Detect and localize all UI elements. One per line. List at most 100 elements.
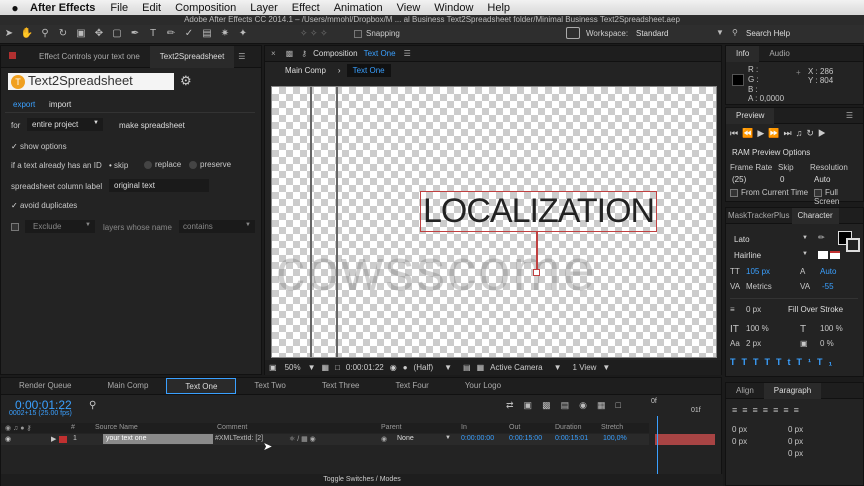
font-size-input[interactable]: 105 px [746, 267, 770, 276]
justify-left-icon[interactable]: ≡ [763, 405, 773, 415]
hand-tool-icon[interactable]: ✋ [20, 27, 34, 41]
leading-input[interactable]: Auto [820, 267, 836, 276]
transparency-grid-icon[interactable]: ▦ [474, 363, 488, 372]
apple-menu-icon[interactable]: ● [0, 1, 30, 15]
layer-name[interactable]: your text one [103, 434, 213, 444]
kerning-select[interactable]: Metrics [746, 282, 772, 291]
tab-render-queue[interactable]: Render Queue [1, 378, 89, 394]
resolution-select[interactable]: Auto [814, 175, 830, 184]
expand-layer-icon[interactable]: ▶ [51, 435, 56, 443]
draft-3d-icon[interactable]: ▣ [524, 400, 543, 410]
align-right-icon[interactable]: ≡ [753, 405, 763, 415]
menu-help[interactable]: Help [480, 2, 517, 14]
layer-out[interactable]: 0:00:15:00 [509, 435, 542, 442]
panel-menu-icon[interactable]: ☰ [836, 108, 863, 124]
layer-switches-icon[interactable]: ⚛ / ▦ ◉ [289, 435, 316, 443]
horizontal-scale-input[interactable]: 100 % [820, 324, 843, 333]
comp-nav-main-comp[interactable]: Main Comp [279, 64, 332, 77]
panel-close-icon[interactable] [9, 49, 21, 65]
always-preview-icon[interactable]: ▣ [265, 363, 281, 372]
tab-your-logo[interactable]: Your Logo [447, 378, 519, 394]
contains-select[interactable]: contains ▼ [179, 220, 255, 233]
mute-icon[interactable]: ♫ [796, 128, 807, 138]
shy-icon[interactable]: ▩ [542, 400, 561, 410]
preserve-radio[interactable]: preserve [189, 160, 231, 169]
justify-center-icon[interactable]: ≡ [773, 405, 783, 415]
gear-icon[interactable]: ⚙ [180, 73, 192, 89]
zoom-tool-icon[interactable]: ⚲ [38, 27, 52, 41]
parent-select[interactable]: None [397, 435, 414, 442]
menu-composition[interactable]: Composition [168, 2, 243, 14]
stroke-color-swatch[interactable] [846, 238, 860, 252]
brainstorm-icon[interactable]: □ [615, 400, 630, 410]
menu-animation[interactable]: Animation [327, 2, 390, 14]
frame-rate-select[interactable]: (25) [732, 175, 746, 184]
menu-effect[interactable]: Effect [285, 2, 327, 14]
layer-stretch[interactable]: 100,0% [603, 435, 627, 442]
tab-masktrackerplus[interactable]: MaskTrackerPlus [726, 208, 792, 224]
parent-pickwhip-icon[interactable]: ◉ [381, 435, 387, 443]
space-after-input[interactable]: 0 px [788, 437, 803, 446]
exclude-checkbox[interactable] [11, 222, 22, 231]
app-menu[interactable]: After Effects [30, 2, 103, 14]
workspace-icon[interactable] [566, 27, 580, 39]
dropdown-arrow-icon[interactable]: ▼ [716, 28, 724, 37]
tracking-input[interactable]: -55 [822, 282, 834, 291]
pen-tool-icon[interactable]: ✒ [128, 27, 142, 41]
brush-tool-icon[interactable]: ✏ [164, 27, 178, 41]
workspace-select[interactable]: Standard [636, 29, 668, 38]
grid-icon[interactable]: ▦ [319, 363, 333, 372]
full-screen-checkbox[interactable]: Full Screen [814, 188, 863, 206]
faux-italic-icon[interactable]: T [742, 357, 754, 367]
timecode-display[interactable]: 0:00:01:22 [343, 363, 387, 372]
clone-tool-icon[interactable]: ✓ [182, 27, 196, 41]
prev-frame-icon[interactable]: ⏪ [742, 128, 757, 138]
snapping-checkbox[interactable] [354, 29, 365, 38]
quality-select[interactable]: (Half) [411, 363, 437, 372]
snapshot-icon[interactable]: ◉ [387, 363, 400, 372]
exclude-select[interactable]: Exclude ▼ [25, 220, 95, 233]
tsume-input[interactable]: 0 % [820, 339, 834, 348]
skip-input[interactable]: 0 [780, 175, 784, 184]
comp-flowchart-icon[interactable]: ⇄ [506, 400, 524, 410]
lock-icon[interactable]: ⚷ [297, 46, 311, 62]
menu-edit[interactable]: Edit [135, 2, 168, 14]
layer-in[interactable]: 0:00:00:00 [461, 435, 494, 442]
space-before-input[interactable]: 0 px [732, 437, 747, 446]
show-snapshot-icon[interactable]: ● [400, 363, 411, 372]
menu-view[interactable]: View [390, 2, 428, 14]
menu-layer[interactable]: Layer [243, 2, 285, 14]
align-left-icon[interactable]: ≡ [732, 405, 742, 415]
ram-preview-options[interactable]: RAM Preview Options [732, 148, 810, 157]
first-line-indent-input[interactable]: 0 px [788, 449, 803, 458]
font-family-select[interactable]: Lato [734, 235, 750, 244]
tab-preview[interactable]: Preview [726, 107, 775, 124]
camera-tool-icon[interactable]: ▣ [74, 27, 88, 41]
comp-viewer-canvas[interactable]: Ccowsscome LOCALIZATION [271, 86, 717, 358]
faux-bold-icon[interactable]: T [730, 357, 742, 367]
zoom-select[interactable]: 50% [281, 363, 305, 372]
panel-menu-icon[interactable]: ☰ [234, 49, 249, 65]
tab-text-four[interactable]: Text Four [377, 378, 446, 394]
roto-brush-icon[interactable]: ✷ [218, 27, 232, 41]
first-frame-icon[interactable]: ⏮ [730, 128, 742, 138]
stroke-width-input[interactable]: 0 px [746, 305, 761, 314]
anchor-point-icon[interactable] [533, 269, 540, 276]
tab-export[interactable]: export [13, 100, 35, 109]
ram-preview-icon[interactable]: ▶ [818, 128, 830, 138]
stroke-type-select[interactable]: Fill Over Stroke [788, 305, 843, 314]
eraser-tool-icon[interactable]: ▤ [200, 27, 214, 41]
tab-paragraph[interactable]: Paragraph [763, 382, 822, 399]
menu-file[interactable]: File [103, 2, 135, 14]
tab-main-comp[interactable]: Main Comp [89, 378, 166, 394]
show-options-checkbox[interactable]: ✓ show options [11, 142, 67, 151]
graph-editor-icon[interactable]: ▦ [597, 400, 616, 410]
roi-icon[interactable]: □ [332, 363, 343, 372]
layer-duration[interactable]: 0:00:15:01 [555, 435, 588, 442]
eyedropper-icon[interactable]: ✏ [818, 233, 825, 242]
visibility-eye-icon[interactable]: ◉ [5, 435, 11, 443]
indent-right-input[interactable]: 0 px [788, 425, 803, 434]
mask-tool-icon[interactable]: ▢ [110, 27, 124, 41]
menu-window[interactable]: Window [427, 2, 480, 14]
tab-effect-controls[interactable]: Effect Controls your text one [29, 46, 150, 68]
